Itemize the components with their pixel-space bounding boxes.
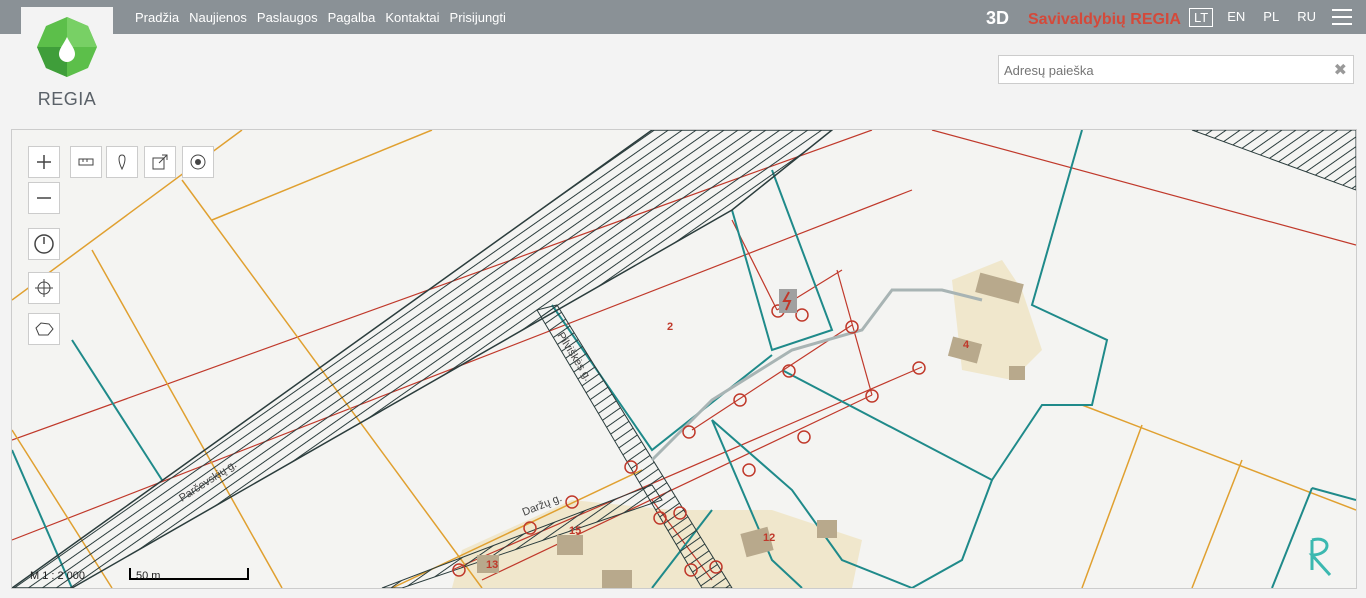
search-input[interactable]: [999, 56, 1326, 85]
parcel-number: 2: [667, 321, 673, 333]
scale-distance: 50 m: [136, 570, 161, 582]
clear-icon[interactable]: ✖: [1334, 60, 1347, 80]
regia-corner-logo: [1308, 537, 1332, 577]
nav-login[interactable]: Prisijungti: [450, 10, 506, 25]
lang-en[interactable]: EN: [1223, 8, 1249, 27]
hamburger-icon[interactable]: [1332, 9, 1352, 25]
parcel-number: 13: [486, 559, 498, 571]
crosshair-icon[interactable]: [28, 272, 60, 304]
logo-text: REGIA: [37, 89, 97, 109]
lang-ru[interactable]: RU: [1293, 8, 1320, 27]
map-outline-icon[interactable]: [28, 313, 60, 345]
zoom-in-icon[interactable]: [28, 146, 60, 178]
nav-services[interactable]: Paslaugos: [257, 10, 318, 25]
road-corner: [1191, 130, 1356, 191]
footpath: [650, 288, 983, 462]
nav-contacts[interactable]: Kontaktai: [385, 10, 439, 25]
share-icon[interactable]: [144, 146, 176, 178]
measure-icon[interactable]: [70, 146, 102, 178]
target-icon[interactable]: [182, 146, 214, 178]
lang-lt[interactable]: LT: [1189, 8, 1214, 27]
zoom-out-icon[interactable]: [28, 182, 60, 214]
regia-logo-icon: [37, 17, 97, 77]
clock-icon[interactable]: [28, 228, 60, 260]
map-canvas[interactable]: 2 4 12 13 15 Parčevskių g. Pilviškės g. …: [11, 129, 1357, 589]
nav-help[interactable]: Pagalba: [328, 10, 376, 25]
scale-ratio: M 1 : 2 000: [30, 570, 86, 582]
parcel-number: 12: [763, 532, 775, 544]
parcel-number: 15: [569, 525, 581, 537]
lang-pl[interactable]: PL: [1259, 8, 1283, 27]
language-switcher: LT EN PL RU: [1189, 8, 1320, 27]
parcel-number: 4: [963, 339, 970, 351]
logo[interactable]: REGIA: [21, 7, 113, 115]
brand-title: Savivaldybių REGIA: [1028, 11, 1181, 28]
nav-home[interactable]: Pradžia: [135, 10, 179, 25]
main-nav: Pradžia Naujienos Paslaugos Pagalba Kont…: [135, 10, 506, 25]
map-layer: 2 4 12 13 15 Parčevskių g. Pilviškės g. …: [12, 130, 1356, 588]
3d-toggle[interactable]: 3D: [986, 8, 1009, 29]
pin-icon[interactable]: [106, 146, 138, 178]
nav-news[interactable]: Naujienos: [189, 10, 247, 25]
address-search: ✖: [998, 55, 1354, 85]
